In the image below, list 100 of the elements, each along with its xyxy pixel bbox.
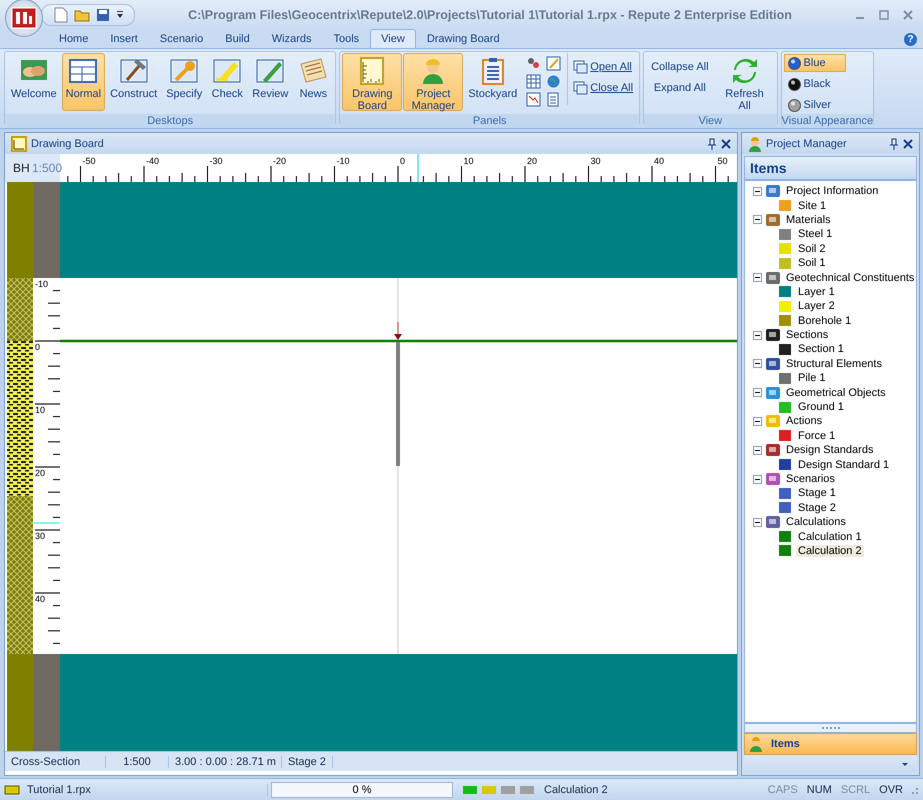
tree-item[interactable]: Calculations bbox=[784, 516, 848, 528]
tree-item[interactable]: Design Standards bbox=[784, 444, 876, 456]
chart-icon[interactable] bbox=[526, 92, 542, 107]
close-icon[interactable] bbox=[903, 138, 914, 148]
table-icon[interactable] bbox=[526, 74, 542, 89]
ribbon-button[interactable]: Open All bbox=[569, 57, 638, 77]
status-field: 1:500 bbox=[106, 756, 169, 768]
grid-icon bbox=[68, 56, 98, 86]
collapse-toggle[interactable] bbox=[753, 446, 762, 455]
tree-item[interactable]: Pile 1 bbox=[796, 372, 828, 384]
maximize-icon[interactable] bbox=[879, 10, 889, 20]
collapse-toggle[interactable] bbox=[753, 416, 762, 426]
collapse-toggle[interactable] bbox=[753, 359, 762, 368]
ribbon-tab[interactable]: Insert bbox=[99, 29, 149, 48]
appearance-option[interactable]: Black bbox=[784, 75, 846, 93]
collapse-toggle[interactable] bbox=[753, 273, 762, 282]
pen-icon[interactable] bbox=[546, 56, 562, 71]
ruler-label: 0 bbox=[400, 156, 406, 166]
ribbon-tab[interactable]: Wizards bbox=[260, 29, 322, 48]
ribbon-tab[interactable]: Drawing Board bbox=[416, 29, 511, 48]
dropdown-caret-icon[interactable] bbox=[116, 10, 124, 18]
items-header: Items bbox=[744, 156, 918, 180]
ribbon-button[interactable]: Drawing Board bbox=[342, 53, 402, 111]
tree-item[interactable]: Geotechnical Constituents bbox=[784, 272, 916, 284]
category-icon bbox=[765, 386, 781, 400]
tree-item[interactable]: Scenarios bbox=[784, 473, 837, 485]
ribbon-button[interactable]: Specify bbox=[162, 53, 206, 111]
folder-icon[interactable] bbox=[74, 8, 90, 22]
collapse-toggle[interactable] bbox=[753, 186, 762, 196]
close-icon[interactable] bbox=[721, 138, 731, 148]
tree-item[interactable]: Force 1 bbox=[796, 430, 838, 442]
ribbon-button[interactable]: Close All bbox=[569, 78, 638, 98]
items-tab[interactable]: Items bbox=[744, 733, 918, 755]
collapse-toggle[interactable] bbox=[753, 518, 762, 527]
group-title: View bbox=[644, 114, 777, 128]
ribbon-button[interactable]: Expand All bbox=[650, 78, 710, 98]
tree-item[interactable]: Actions bbox=[784, 415, 824, 428]
document-icon[interactable] bbox=[546, 92, 562, 107]
tree-item[interactable]: Stage 2 bbox=[796, 502, 838, 514]
item-icon bbox=[777, 530, 793, 544]
collapse-toggle[interactable] bbox=[753, 474, 762, 484]
new-document-icon[interactable] bbox=[54, 6, 68, 22]
ribbon-tab[interactable]: Build bbox=[214, 29, 261, 48]
collapse-toggle[interactable] bbox=[753, 215, 762, 224]
tree-item[interactable]: Borehole 1 bbox=[796, 314, 854, 327]
tree-item[interactable]: Geometrical Objects bbox=[784, 386, 888, 399]
ribbon-button[interactable]: Collapse All bbox=[650, 57, 710, 77]
tree-item[interactable]: Calculation 1 bbox=[796, 530, 864, 543]
collapse-toggle[interactable] bbox=[753, 330, 762, 340]
tree-item[interactable]: Structural Elements bbox=[784, 358, 884, 370]
ribbon-button[interactable]: Stockyard bbox=[464, 53, 522, 111]
tree-item[interactable]: Soil 2 bbox=[796, 242, 828, 255]
status-file: Tutorial 1.rpx bbox=[23, 784, 268, 796]
item-icon bbox=[777, 314, 793, 328]
tree-item[interactable]: Steel 1 bbox=[796, 228, 834, 240]
depth-label: 10 bbox=[35, 405, 46, 415]
pin-icon[interactable] bbox=[889, 138, 900, 150]
key-indicator: NUM bbox=[806, 784, 833, 796]
ribbon-button[interactable]: News bbox=[293, 53, 334, 111]
ribbon-button[interactable]: Construct bbox=[106, 53, 162, 111]
save-icon[interactable] bbox=[96, 8, 110, 22]
tree-item[interactable]: Project Information bbox=[784, 185, 880, 198]
ribbon-tab[interactable]: Tools bbox=[322, 29, 370, 48]
ruler-label: 10 bbox=[464, 156, 474, 166]
ribbon-button[interactable]: Normal bbox=[62, 53, 106, 111]
person-icon bbox=[749, 736, 763, 752]
globe-icon[interactable] bbox=[546, 74, 562, 89]
ribbon-button[interactable]: Check bbox=[207, 53, 248, 111]
depth-label: -10 bbox=[35, 279, 48, 289]
category-icon bbox=[765, 328, 781, 342]
tree-item[interactable]: Layer 1 bbox=[796, 286, 837, 298]
ribbon-button[interactable]: Welcome bbox=[7, 53, 61, 111]
ribbon-tab[interactable]: View bbox=[370, 29, 416, 48]
help-button[interactable]: ? bbox=[904, 33, 917, 46]
ribbon-button[interactable]: Refresh All bbox=[714, 53, 775, 111]
orb-icon bbox=[788, 56, 801, 70]
tree-item[interactable]: Site 1 bbox=[796, 200, 828, 212]
app-menu-button[interactable] bbox=[5, 0, 43, 36]
tree-item[interactable]: Sections bbox=[784, 329, 830, 342]
tree-item[interactable]: Design Standard 1 bbox=[796, 458, 892, 471]
ribbon-tab[interactable]: Home bbox=[48, 29, 100, 48]
appearance-option[interactable]: Blue bbox=[784, 54, 846, 72]
tree-item[interactable]: Ground 1 bbox=[796, 401, 846, 414]
dropdown-caret-icon[interactable] bbox=[901, 762, 910, 766]
depth-label: 20 bbox=[35, 468, 46, 478]
collapse-toggle[interactable] bbox=[753, 388, 762, 398]
tree-item[interactable]: Soil 1 bbox=[796, 257, 828, 270]
tree-item[interactable]: Materials bbox=[784, 214, 833, 226]
ribbon-button[interactable]: Project Manager bbox=[403, 53, 464, 111]
key-indicator: OVR bbox=[878, 784, 904, 796]
item-icon bbox=[777, 544, 793, 558]
tree-item[interactable]: Section 1 bbox=[796, 343, 846, 356]
ruler-label: 50 bbox=[718, 156, 728, 166]
tree-item[interactable]: Calculation 2 bbox=[796, 544, 864, 557]
ribbon-tab[interactable]: Scenario bbox=[148, 29, 214, 48]
pin-icon[interactable] bbox=[707, 138, 717, 150]
tree-item[interactable]: Stage 1 bbox=[796, 487, 838, 500]
ribbon-button[interactable]: Review bbox=[248, 53, 292, 111]
tree-item[interactable]: Layer 2 bbox=[796, 300, 837, 312]
appearance-option[interactable]: Silver bbox=[784, 96, 846, 114]
